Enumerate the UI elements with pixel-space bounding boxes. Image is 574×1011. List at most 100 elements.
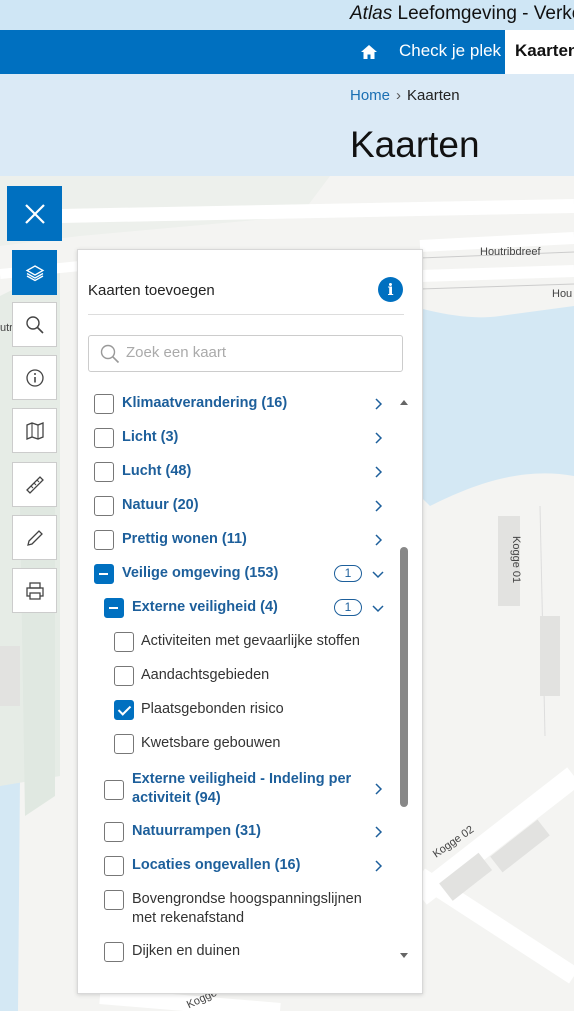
layer-label[interactable]: Licht (3) (122, 428, 178, 447)
breadcrumb-home-link[interactable]: Home (350, 87, 390, 104)
page-title: Kaarten (350, 124, 480, 165)
selected-count-badge: 1 (334, 599, 362, 616)
layer-label[interactable]: Klimaatverandering (16) (122, 394, 287, 413)
nav-kaarten-active[interactable]: Kaarten (505, 30, 574, 74)
layer-checkbox[interactable] (94, 428, 114, 448)
layer-checkbox[interactable] (114, 700, 134, 720)
selected-count-badge: 1 (334, 565, 362, 582)
pencil-icon (26, 529, 43, 546)
layer-checkbox[interactable] (104, 598, 124, 618)
layer-label[interactable]: Plaatsgebonden risico (141, 700, 284, 719)
map-search-input[interactable] (126, 344, 386, 361)
layer-checkbox[interactable] (104, 822, 124, 842)
layer-item-lucht[interactable]: Lucht (48) (78, 462, 398, 482)
info-icon (25, 368, 44, 387)
layer-label[interactable]: Natuurrampen (31) (132, 822, 261, 841)
layer-item-aandachtsgebieden[interactable]: Aandachtsgebieden (78, 666, 398, 686)
chevron-right-icon[interactable] (372, 500, 384, 512)
layer-checkbox[interactable] (94, 564, 114, 584)
street-label-kogge-01: Kogge 01 (510, 536, 522, 584)
layer-item-dijken-en-duinen[interactable]: Dijken en duinen (78, 942, 398, 962)
search-tool-button[interactable] (12, 302, 57, 347)
panel-divider (88, 314, 404, 315)
layer-item-veilige-omgeving[interactable]: Veilige omgeving (153) 1 (78, 564, 398, 584)
main-navigation: Check je plek Kaarten (0, 30, 574, 74)
map-book-tool-button[interactable] (12, 408, 57, 453)
layer-item-natuurrampen[interactable]: Natuurrampen (31) (78, 822, 398, 842)
layer-label[interactable]: Aandachtsgebieden (141, 666, 269, 685)
chevron-right-icon[interactable] (372, 826, 384, 838)
panel-info-button[interactable]: i (378, 277, 403, 302)
layer-checkbox[interactable] (94, 530, 114, 550)
site-title-bar: Atlas Leefomgeving - Verke (0, 0, 574, 30)
chevron-down-icon[interactable] (372, 568, 384, 580)
scroll-up-icon[interactable] (399, 398, 409, 406)
layer-label[interactable]: Externe veiligheid (4) (132, 598, 278, 617)
home-icon[interactable] (358, 41, 380, 63)
page-header: Home › Kaarten Kaarten (0, 74, 574, 176)
breadcrumb-separator: › (396, 87, 402, 104)
layer-item-externe-veiligheid[interactable]: Externe veiligheid (4) 1 (78, 598, 398, 618)
layers-button[interactable] (12, 250, 57, 295)
layer-label[interactable]: Veilige omgeving (153) (122, 564, 278, 583)
scroll-down-icon[interactable] (399, 952, 409, 960)
layer-label[interactable]: Natuur (20) (122, 496, 199, 515)
ruler-icon (25, 475, 44, 494)
close-panel-button[interactable] (7, 186, 62, 241)
street-label-houtribdreef: Houtribdreef (480, 246, 541, 258)
layer-item-natuur[interactable]: Natuur (20) (78, 496, 398, 516)
site-title: Atlas Leefomgeving - Verke (350, 3, 574, 24)
measure-tool-button[interactable] (12, 462, 57, 507)
layer-checkbox[interactable] (114, 734, 134, 754)
layer-checkbox[interactable] (114, 632, 134, 652)
street-label-hou: Hou (552, 288, 573, 300)
layers-icon (25, 264, 44, 281)
layer-item-licht[interactable]: Licht (3) (78, 428, 398, 448)
chevron-right-icon[interactable] (372, 466, 384, 478)
map-book-icon (25, 421, 44, 440)
layer-label[interactable]: Dijken en duinen (132, 942, 240, 961)
chevron-right-icon[interactable] (372, 432, 384, 444)
search-icon (25, 315, 44, 334)
layer-checkbox[interactable] (114, 666, 134, 686)
chevron-right-icon[interactable] (372, 783, 384, 795)
scrollbar-thumb[interactable] (400, 547, 408, 807)
layer-label[interactable]: Locaties ongevallen (16) (132, 856, 300, 875)
map-search-field[interactable] (88, 335, 403, 372)
layer-checkbox[interactable] (104, 856, 124, 876)
layer-checkbox[interactable] (104, 942, 124, 962)
breadcrumb-current: Kaarten (407, 87, 460, 104)
layer-label[interactable]: Lucht (48) (122, 462, 191, 481)
layer-item-kwetsbare-gebouwen[interactable]: Kwetsbare gebouwen (78, 734, 398, 754)
layer-label[interactable]: Prettig wonen (11) (122, 530, 247, 549)
close-icon (24, 203, 45, 224)
layer-checkbox[interactable] (94, 496, 114, 516)
chevron-right-icon[interactable] (372, 534, 384, 546)
layer-label[interactable]: Activiteiten met gevaarlijke stoffen (141, 632, 360, 651)
layer-item-prettig-wonen[interactable]: Prettig wonen (11) (78, 530, 398, 550)
layer-list: Klimaatverandering (16) Licht (3) Lucht … (78, 385, 398, 970)
chevron-right-icon[interactable] (372, 860, 384, 872)
chevron-right-icon[interactable] (372, 398, 384, 410)
info-tool-button[interactable] (12, 355, 57, 400)
search-icon (100, 344, 120, 364)
layer-checkbox[interactable] (104, 780, 124, 800)
layer-item-plaatsgebonden-risico[interactable]: Plaatsgebonden risico (78, 700, 398, 720)
layer-item-hoogspanningslijnen[interactable]: Bovengrondse hoogspanningslijnen met rek… (78, 890, 398, 930)
layer-item-activiteiten-gevaarlijke-stoffen[interactable]: Activiteiten met gevaarlijke stoffen (78, 632, 398, 652)
layer-label[interactable]: Kwetsbare gebouwen (141, 734, 280, 753)
chevron-down-icon[interactable] (372, 602, 384, 614)
layer-checkbox[interactable] (104, 890, 124, 910)
panel-title: Kaarten toevoegen (88, 282, 215, 299)
layers-panel: Kaarten toevoegen i Klimaatverandering (… (77, 249, 423, 994)
print-tool-button[interactable] (12, 568, 57, 613)
layer-checkbox[interactable] (94, 394, 114, 414)
layer-label[interactable]: Externe veiligheid - Indeling per activi… (132, 770, 357, 808)
layer-checkbox[interactable] (94, 462, 114, 482)
layer-label[interactable]: Bovengrondse hoogspanningslijnen met rek… (132, 890, 382, 928)
nav-check-je-plek[interactable]: Check je plek (399, 41, 501, 61)
draw-tool-button[interactable] (12, 515, 57, 560)
layer-item-klimaatverandering[interactable]: Klimaatverandering (16) (78, 394, 398, 414)
layer-item-externe-veiligheid-indeling[interactable]: Externe veiligheid - Indeling per activi… (78, 770, 398, 810)
layer-item-locaties-ongevallen[interactable]: Locaties ongevallen (16) (78, 856, 398, 876)
